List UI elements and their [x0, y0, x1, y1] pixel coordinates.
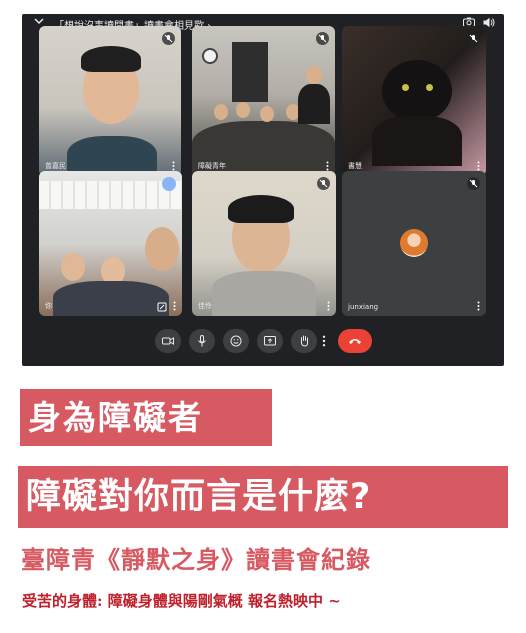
mic-off-icon — [162, 32, 175, 45]
cat-body — [372, 116, 462, 166]
participant-tile[interactable]: 曾嘉民 — [39, 26, 181, 176]
mic-icon — [198, 335, 206, 347]
participant-tile[interactable]: 你 — [39, 171, 182, 316]
participant-tile[interactable]: 書慧 — [342, 26, 486, 176]
hand-icon — [300, 335, 309, 347]
participant-face — [236, 102, 250, 118]
more-vert-icon[interactable] — [477, 161, 480, 171]
participant-name: 你 — [45, 302, 52, 310]
mic-off-icon — [316, 32, 329, 45]
raise-hand-button[interactable] — [291, 329, 317, 353]
participant-face — [61, 253, 85, 281]
emoji-icon — [230, 335, 242, 347]
headline-banner-line2: 障礙對你而言是什麼? — [18, 466, 508, 528]
avatar — [400, 229, 428, 257]
videocam-icon — [162, 337, 174, 345]
mic-button[interactable] — [189, 329, 215, 353]
speaking-indicator-icon — [162, 177, 176, 191]
more-vert-icon[interactable] — [173, 301, 176, 311]
more-vert-icon — [322, 335, 326, 347]
chevron-down-icon[interactable] — [34, 16, 44, 26]
ceiling-lights — [39, 181, 182, 209]
participant-name: 書慧 — [348, 162, 362, 170]
doorway-image — [232, 42, 268, 102]
cat-eye — [426, 84, 433, 91]
event-tagline: 受苦的身體: 障礙身體與陽剛氣概 報名熱映中 ~ — [22, 592, 341, 610]
mic-off-icon — [467, 32, 480, 45]
video-call-window: 「想說沒事讀閒書」讀書會相見歡 › 曾嘉民 障礙青年 書慧 — [22, 14, 504, 366]
participant-video — [212, 271, 316, 316]
call-end-icon — [349, 339, 361, 344]
headline-banner-line1: 身為障礙者 — [20, 389, 272, 446]
participant-hair — [228, 195, 294, 223]
mic-off-icon — [467, 177, 480, 190]
participant-name: junxiang — [348, 303, 379, 311]
present-button[interactable] — [257, 329, 283, 353]
speaker-icon[interactable] — [483, 17, 495, 28]
emoji-button[interactable] — [223, 329, 249, 353]
participant-tile[interactable]: junxiang — [342, 171, 486, 316]
pin-icon[interactable] — [157, 302, 167, 312]
participant-name: 障礙青年 — [198, 162, 226, 170]
participant-face — [214, 104, 228, 120]
participant-hair — [81, 46, 141, 72]
more-vert-icon[interactable] — [477, 301, 480, 311]
more-vert-icon[interactable] — [327, 301, 330, 311]
participant-video — [53, 281, 169, 316]
mic-off-icon — [317, 177, 330, 190]
cat-eye — [402, 84, 409, 91]
participant-face — [306, 66, 322, 84]
participant-name: 曾嘉民 — [45, 162, 66, 170]
call-controls-bar — [22, 329, 504, 355]
wall-clock-image — [202, 48, 218, 64]
event-subtitle: 臺障青《靜默之身》讀書會紀錄 — [21, 545, 371, 574]
cat-image — [382, 60, 452, 122]
more-vert-icon[interactable] — [172, 161, 175, 171]
present-screen-icon — [264, 336, 276, 346]
participant-face — [145, 227, 179, 271]
more-vert-icon[interactable] — [326, 161, 329, 171]
camera-button[interactable] — [155, 329, 181, 353]
participant-video — [298, 84, 330, 124]
more-options-button[interactable] — [317, 329, 331, 353]
participant-video — [67, 136, 157, 176]
participant-face — [260, 106, 274, 122]
end-call-button[interactable] — [338, 329, 372, 353]
participant-tile[interactable]: 障礙青年 — [192, 26, 335, 176]
participant-name: 佳伶 — [198, 302, 212, 310]
participant-tile[interactable]: 佳伶 — [192, 171, 336, 316]
